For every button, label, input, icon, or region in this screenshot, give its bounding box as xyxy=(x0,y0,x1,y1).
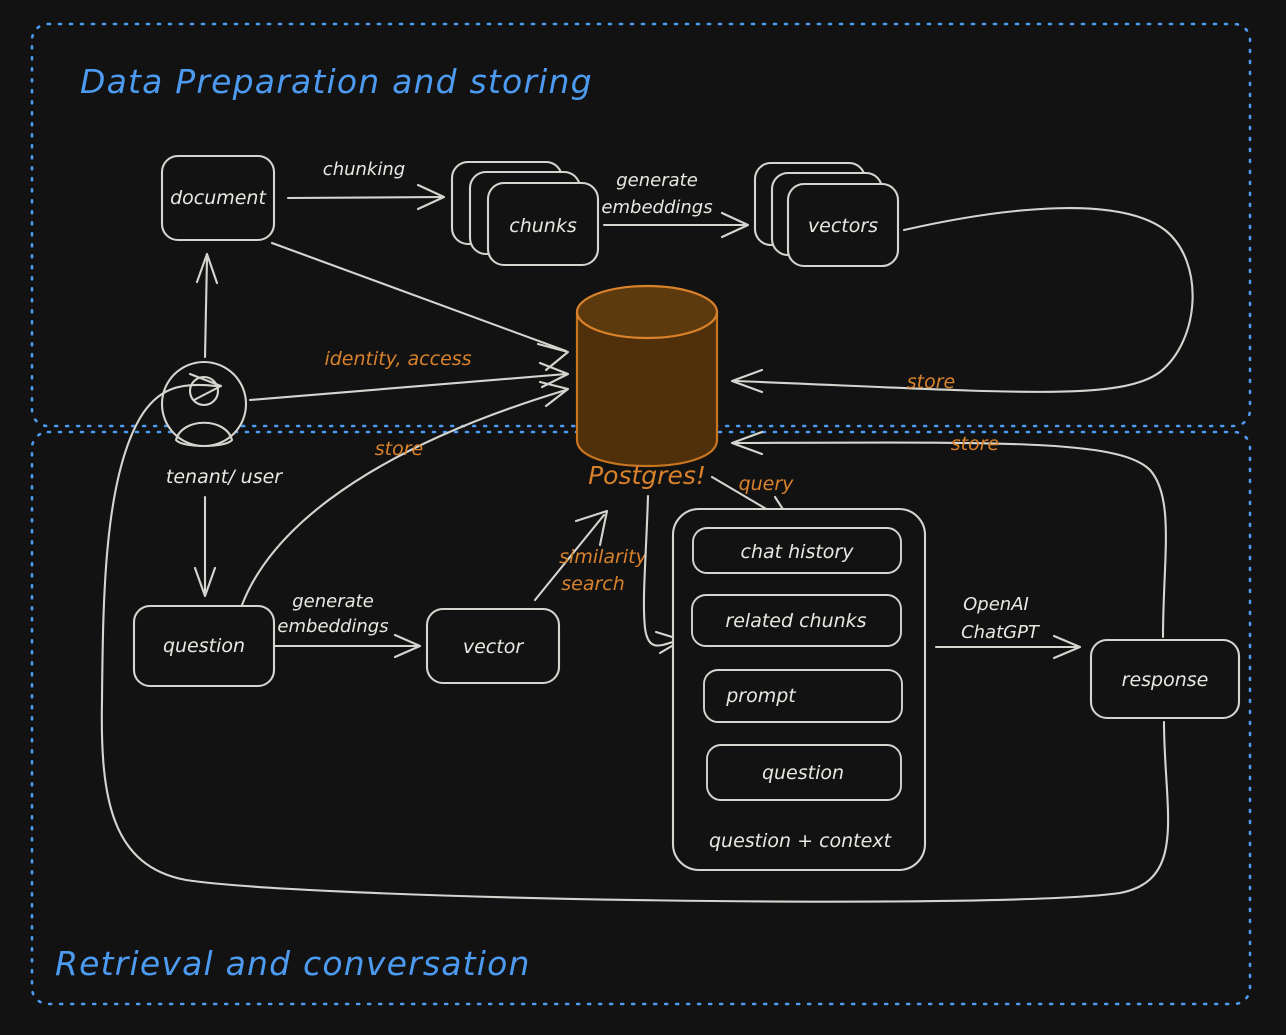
edge-label-generate-embeddings-bottom-line1: generate xyxy=(292,591,374,612)
edge-label-store-mid-right: store xyxy=(951,433,999,455)
edge-question-to-database-store xyxy=(232,380,570,636)
edge-document-to-chunks xyxy=(286,183,446,211)
node-chunks[interactable]: chunks xyxy=(450,160,600,267)
edge-label-query: query xyxy=(739,473,795,495)
context-item-related-chunks-label: related chunks xyxy=(725,610,866,632)
node-vector[interactable]: vector xyxy=(425,607,561,685)
node-chunks-label: chunks xyxy=(509,215,577,237)
edge-label-generate-embeddings-top-line2: embeddings xyxy=(601,197,712,218)
edge-user-to-document xyxy=(195,252,219,359)
node-question[interactable]: question xyxy=(132,604,276,688)
context-item-question-label: question xyxy=(762,762,844,784)
edge-label-generate-embeddings-top-line1: generate xyxy=(616,170,698,191)
node-user-label: tenant/ user xyxy=(166,466,283,488)
edge-label-similarity-line1: similarity xyxy=(559,546,647,568)
edge-user-to-question xyxy=(193,495,217,598)
node-response-label: response xyxy=(1122,669,1209,691)
node-vectors-label: vectors xyxy=(808,215,878,237)
context-container-label: question + context xyxy=(709,830,893,852)
edge-label-chunking: chunking xyxy=(323,159,405,180)
node-response[interactable]: response xyxy=(1089,638,1241,720)
node-database-label: Postgres! xyxy=(588,461,706,490)
edge-label-chatgpt: ChatGPT xyxy=(961,622,1041,643)
edge-label-identity-access: identity, access xyxy=(324,348,471,370)
node-question-label: question xyxy=(163,635,245,657)
edge-label-openai: OpenAI xyxy=(963,594,1029,615)
edge-question-to-vector xyxy=(272,633,422,659)
context-item-prompt-label: prompt xyxy=(725,685,797,707)
context-item-chat-history-label: chat history xyxy=(741,541,855,563)
node-vector-label: vector xyxy=(463,636,524,658)
edge-label-store-mid-left: store xyxy=(375,438,423,460)
section-title-data-preparation: Data Preparation and storing xyxy=(80,62,593,101)
node-document-label: document xyxy=(170,187,267,209)
node-document[interactable]: document xyxy=(160,154,276,242)
node-context-container[interactable]: chat history related chunks prompt quest… xyxy=(671,507,927,872)
node-vectors[interactable]: vectors xyxy=(753,161,900,268)
node-database[interactable]: Postgres! xyxy=(575,284,719,490)
edge-label-similarity-line2: search xyxy=(561,573,625,595)
section-title-retrieval-conversation: Retrieval and conversation xyxy=(55,944,531,983)
diagram-canvas: Data Preparation and storing Retrieval a… xyxy=(0,0,1286,1035)
section-frame-retrieval-conversation xyxy=(30,430,1252,1006)
edge-label-generate-embeddings-bottom-line2: embeddings xyxy=(277,616,388,637)
rag-architecture-diagram: Data Preparation and storing Retrieval a… xyxy=(30,22,1252,1006)
edge-label-store-top: store xyxy=(907,371,955,393)
